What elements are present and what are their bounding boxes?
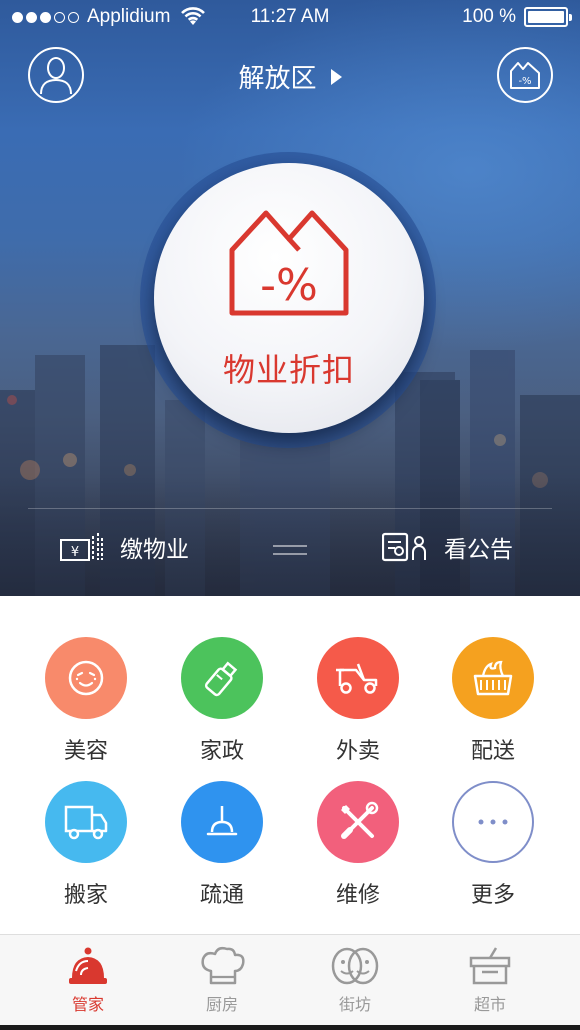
service-icon-circle	[317, 637, 399, 719]
battery-percent: 100 %	[462, 6, 516, 27]
service-icon-circle	[452, 781, 534, 863]
service-repair[interactable]: 维修	[298, 781, 418, 909]
tab-bar: 管家 厨房 街坊 超市	[0, 934, 580, 1030]
service-beauty[interactable]: 美容	[26, 637, 146, 765]
truck-icon	[64, 805, 108, 840]
discount-icon-text: -%	[260, 260, 318, 311]
tab-supermarket[interactable]: 超市	[425, 945, 555, 1015]
battery-fill	[528, 11, 564, 23]
pay-property-fee-label: 缴物业	[120, 537, 189, 563]
face-icon	[68, 660, 104, 696]
view-notice-button[interactable]: 看公告	[382, 530, 513, 564]
discount-button[interactable]: -%	[497, 47, 553, 103]
bottom-edge	[0, 1025, 580, 1030]
service-takeout[interactable]: 外卖	[298, 637, 418, 765]
service-label: 美容	[63, 739, 108, 764]
svg-text:¥: ¥	[71, 545, 79, 560]
house-discount-icon: -%	[229, 210, 349, 316]
service-icon-circle	[45, 637, 127, 719]
service-label: 疏通	[199, 883, 244, 908]
tools-icon	[341, 801, 379, 839]
location-selector[interactable]: 解放区	[0, 58, 580, 95]
drag-handle-bar	[273, 553, 307, 555]
drag-handle-bar	[273, 545, 307, 547]
service-icon-circle	[452, 637, 534, 719]
service-label: 外卖	[335, 739, 380, 764]
tab-neighbors[interactable]: 街坊	[290, 945, 420, 1015]
tab-kitchen[interactable]: 厨房	[157, 945, 287, 1015]
more-dots-icon	[478, 819, 508, 825]
status-bar: Applidium 11:27 AM 100 %	[0, 0, 580, 36]
service-label: 家政	[199, 739, 244, 764]
drag-handle[interactable]	[273, 545, 307, 559]
service-label: 维修	[335, 883, 380, 908]
service-delivery[interactable]: 配送	[433, 637, 553, 765]
service-icon-circle	[181, 637, 263, 719]
neighbors-icon	[331, 947, 379, 985]
butler-bell-icon	[69, 947, 107, 984]
shop-basket-icon	[469, 947, 511, 985]
pay-property-fee-button[interactable]: ¥ 缴物业	[60, 530, 189, 564]
service-housekeeping[interactable]: 家政	[162, 637, 282, 765]
tab-label: 超市	[473, 995, 506, 1014]
service-label: 搬家	[63, 883, 108, 908]
location-label: 解放区	[238, 64, 317, 94]
services-grid: 美容 家政 外卖 配送 搬家 疏通 维修 更多	[0, 596, 580, 934]
property-discount-label: 物业折扣	[222, 351, 355, 389]
service-icon-circle	[181, 781, 263, 863]
basket-icon	[473, 660, 513, 696]
service-label: 更多	[470, 883, 515, 908]
hero-banner: Applidium 11:27 AM 100 % 解放区 -% -% 物业折扣 …	[0, 0, 580, 596]
plunger-icon	[206, 806, 238, 836]
hero-divider	[28, 508, 552, 509]
tab-label: 厨房	[205, 995, 238, 1014]
tab-label: 管家	[71, 995, 104, 1014]
chef-hat-icon	[201, 946, 245, 985]
service-moving[interactable]: 搬家	[26, 781, 146, 909]
notice-icon	[382, 532, 426, 562]
service-more[interactable]: 更多	[433, 781, 553, 909]
service-icon-circle	[317, 781, 399, 863]
spray-bottle-icon	[204, 661, 238, 697]
tab-butler[interactable]: 管家	[23, 945, 153, 1015]
discount-icon-text: -%	[518, 76, 531, 87]
view-notice-label: 看公告	[444, 537, 513, 563]
house-discount-icon: -%	[510, 62, 540, 89]
status-right: 100 %	[462, 6, 572, 28]
tab-label: 街坊	[338, 995, 371, 1014]
service-icon-circle	[45, 781, 127, 863]
scooter-icon	[336, 663, 378, 694]
chevron-right-icon	[330, 68, 342, 85]
property-discount-button[interactable]: -% 物业折扣	[154, 163, 424, 433]
service-unclog[interactable]: 疏通	[162, 781, 282, 909]
property-fee-icon: ¥	[60, 533, 103, 561]
service-label: 配送	[470, 739, 515, 764]
battery-icon	[524, 7, 572, 27]
